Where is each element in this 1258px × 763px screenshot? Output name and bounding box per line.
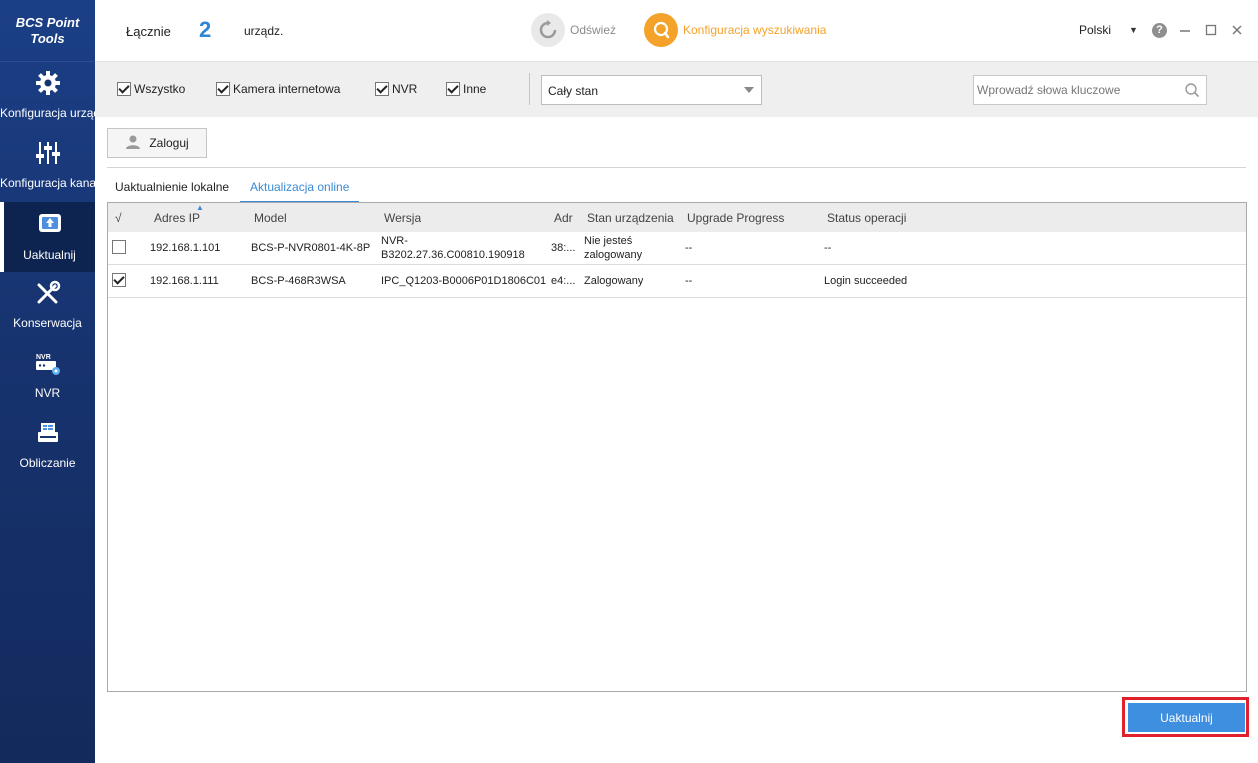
cell-ip: 192.168.1.101 [150,242,221,254]
checkbox-box[interactable] [216,82,230,96]
chevron-down-icon [744,87,754,93]
user-icon [125,134,141,153]
filter-other-label: Inne [463,82,487,96]
sliders-icon [33,138,63,168]
header-device-state[interactable]: Stan urządzenia [587,211,675,225]
table-header: √ Adres IP ▲ Model Wersja Adr Stan urząd… [108,203,1246,232]
sidebar-item-calculation[interactable]: Obliczanie [0,412,95,482]
refresh-icon [531,13,565,47]
checkbox-box[interactable] [117,82,131,96]
header-version[interactable]: Wersja [384,211,421,225]
search-config-icon [644,13,678,47]
cell-progress: -- [685,242,693,254]
filter-ipcam-label: Kamera internetowa [233,82,341,96]
sidebar-item-device-config[interactable]: Konfiguracja urządzeń [0,62,95,132]
window-controls: ? [1152,22,1245,38]
row-checkbox[interactable] [112,273,126,287]
cell-ip: 192.168.1.111 [150,275,219,287]
cell-progress: -- [685,275,693,287]
maximize-icon[interactable] [1203,22,1219,38]
filter-all-checkbox[interactable]: Wszystko [117,82,185,96]
tab-online-upgrade[interactable]: Aktualizacja online [240,180,360,203]
device-unit: urządz. [244,24,284,38]
sidebar-item-label: Obliczanie [19,456,76,470]
login-button[interactable]: Zaloguj [107,128,207,158]
cell-status: -- [824,242,832,254]
filter-bar: Wszystko Kamera internetowa NVR Inne Cał… [95,62,1258,117]
filter-ipcam-checkbox[interactable]: Kamera internetowa [216,82,340,96]
language-value: Polski [1079,23,1112,37]
sidebar-item-nvr[interactable]: NVR NVR [0,342,95,412]
header-address[interactable]: Adr [554,211,578,225]
header-check[interactable]: √ [115,211,122,225]
table-row[interactable]: 192.168.1.111 BCS-P-468R3WSA IPC_Q1203-B… [108,265,1246,298]
filter-nvr-label: NVR [392,82,418,96]
sidebar-item-label: NVR [34,386,61,400]
sidebar-item-label: Konfiguracja kanału [0,176,95,190]
sort-asc-icon: ▲ [196,203,204,212]
table-row[interactable]: 192.168.1.101 BCS-P-NVR0801-4K-8P NVR- B… [108,232,1246,265]
logo-line1: BCS Point [15,14,80,30]
state-select[interactable]: Cały stan [541,75,762,105]
filter-nvr-checkbox[interactable]: NVR [375,82,417,96]
cell-version-line1: IPC_Q1203-B0006P01D1806C01 [381,275,547,287]
header-operation-status[interactable]: Status operacji [827,211,906,225]
search-config-button[interactable]: Konfiguracja wyszukiwania [644,13,826,47]
filter-other-checkbox[interactable]: Inne [446,82,486,96]
total-label: Łącznie [126,24,171,39]
login-label: Zaloguj [149,136,189,150]
tools-icon [33,278,63,308]
cell-state-line2: zalogowany [584,249,643,261]
tab-local-upgrade[interactable]: Uaktualnienie lokalne [115,180,229,201]
row-checkbox[interactable] [112,240,126,254]
keyword-search [973,75,1207,105]
sidebar-item-maintenance[interactable]: Konserwacja [0,272,95,342]
title-bar: Łącznie 2 urządz. Odśwież Konfiguracja w… [95,0,1258,62]
cell-model: BCS-P-NVR0801-4K-8P [251,242,371,254]
checkbox-box[interactable] [375,82,389,96]
calculator-icon [33,418,63,448]
sidebar-item-label: Uaktualnij [23,248,76,262]
cell-version-line2: B3202.27.36.C00810.190918 [381,249,525,261]
state-select-value: Cały stan [548,84,599,98]
cell-state-line1: Nie jesteś [584,235,633,247]
language-dropdown[interactable]: Polski ▼ [1079,23,1138,37]
header-model[interactable]: Model [254,211,287,225]
gear-icon [33,68,63,98]
logo-line2: Tools [30,30,65,46]
sidebar-item-channel-config[interactable]: Konfiguracja kanału [0,132,95,202]
sidebar: BCS Point Tools Konfiguracja urządzeń Ko… [0,0,95,763]
divider [107,167,1246,168]
keyword-search-input[interactable] [974,76,1174,104]
device-table: √ Adres IP ▲ Model Wersja Adr Stan urząd… [107,202,1247,692]
sidebar-item-label: Konfiguracja urządzeń [0,106,95,120]
chevron-down-icon: ▼ [1129,25,1138,35]
upgrade-icon [35,208,65,238]
cell-status: Login succeeded [824,275,908,287]
search-icon[interactable] [1184,82,1200,101]
search-config-label: Konfiguracja wyszukiwania [683,23,827,37]
device-count: 2 [199,17,212,42]
sidebar-item-upgrade[interactable]: Uaktualnij [0,202,95,272]
cell-version-line1: NVR- [381,235,408,247]
cell-state-line1: Zalogowany [584,275,644,287]
nvr-icon: NVR [33,348,63,378]
checkbox-box[interactable] [446,82,460,96]
app-logo: BCS Point Tools [0,0,95,62]
minimize-icon[interactable] [1177,22,1193,38]
sidebar-item-label: Konserwacja [13,316,82,330]
update-button[interactable]: Uaktualnij [1128,703,1245,732]
header-upgrade-progress[interactable]: Upgrade Progress [687,211,784,225]
refresh-button[interactable]: Odśwież [531,13,616,47]
svg-text:NVR: NVR [36,354,51,361]
cell-address: 38:... [551,242,576,254]
cell-model: BCS-P-468R3WSA [251,275,346,287]
divider [529,73,530,105]
cell-address: e4:... [551,275,576,287]
help-icon[interactable]: ? [1152,22,1167,38]
filter-all-label: Wszystko [134,82,186,96]
refresh-label: Odśwież [570,23,617,37]
close-icon[interactable] [1229,22,1245,38]
header-ip[interactable]: Adres IP [154,211,200,225]
